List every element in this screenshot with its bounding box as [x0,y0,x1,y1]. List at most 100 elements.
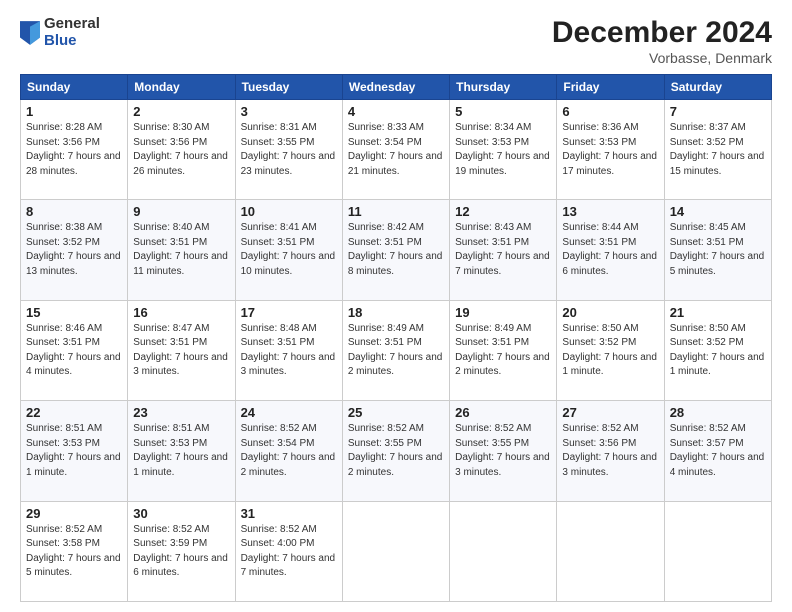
weekday-tuesday: Tuesday [235,75,342,100]
day-info: Sunrise: 8:45 AMSunset: 3:51 PMDaylight:… [670,222,765,277]
day-cell: 27Sunrise: 8:52 AMSunset: 3:56 PMDayligh… [557,401,664,501]
day-number: 24 [241,405,337,420]
day-info: Sunrise: 8:38 AMSunset: 3:52 PMDaylight:… [26,222,121,277]
day-number: 23 [133,405,229,420]
day-info: Sunrise: 8:34 AMSunset: 3:53 PMDaylight:… [455,122,550,177]
day-number: 29 [26,506,122,521]
day-number: 10 [241,204,337,219]
day-number: 5 [455,104,551,119]
logo-general: General [44,16,100,33]
week-row-4: 22Sunrise: 8:51 AMSunset: 3:53 PMDayligh… [21,401,772,501]
day-info: Sunrise: 8:44 AMSunset: 3:51 PMDaylight:… [562,222,657,277]
day-cell: 19 Sunrise: 8:49 AMSunset: 3:51 PMDayligh… [450,300,557,400]
day-info: Sunrise: 8:31 AMSunset: 3:55 PMDaylight:… [241,122,336,177]
logo-blue: Blue [44,33,100,50]
day-info: Sunrise: 8:49 AMSunset: 3:51 PMDaylight:… [348,323,443,378]
weekday-monday: Monday [128,75,235,100]
day-cell: 14Sunrise: 8:45 AMSunset: 3:51 PMDayligh… [664,200,771,300]
day-number: 16 [133,305,229,320]
day-number: 1 [26,104,122,119]
day-number: 21 [670,305,766,320]
day-number: 6 [562,104,658,119]
week-row-2: 8 Sunrise: 8:38 AMSunset: 3:52 PMDaylight… [21,200,772,300]
day-cell: 9 Sunrise: 8:40 AMSunset: 3:51 PMDaylight… [128,200,235,300]
day-cell: 10Sunrise: 8:41 AMSunset: 3:51 PMDayligh… [235,200,342,300]
day-info: Sunrise: 8:40 AMSunset: 3:51 PMDaylight:… [133,222,228,277]
day-number: 9 [133,204,229,219]
day-cell: 21 Sunrise: 8:50 AMSunset: 3:52 PMDayligh… [664,300,771,400]
day-info: Sunrise: 8:43 AMSunset: 3:51 PMDaylight:… [455,222,550,277]
day-cell: 29 Sunrise: 8:52 AMSunset: 3:58 PMDayligh… [21,501,128,601]
week-row-1: 1 Sunrise: 8:28 AMSunset: 3:56 PMDaylight… [21,100,772,200]
day-number: 20 [562,305,658,320]
day-info: Sunrise: 8:52 AMSunset: 3:59 PMDaylight:… [133,524,228,579]
day-cell: 18Sunrise: 8:49 AMSunset: 3:51 PMDayligh… [342,300,449,400]
calendar-table: SundayMondayTuesdayWednesdayThursdayFrid… [20,74,772,602]
day-info: Sunrise: 8:52 AMSunset: 3:58 PMDaylight:… [26,524,121,579]
day-number: 11 [348,204,444,219]
week-row-3: 15Sunrise: 8:46 AMSunset: 3:51 PMDayligh… [21,300,772,400]
day-cell [450,501,557,601]
day-cell: 24 Sunrise: 8:52 AMSunset: 3:54 PMDayligh… [235,401,342,501]
day-cell: 20Sunrise: 8:50 AMSunset: 3:52 PMDayligh… [557,300,664,400]
day-info: Sunrise: 8:52 AMSunset: 3:55 PMDaylight:… [348,423,443,478]
day-info: Sunrise: 8:51 AMSunset: 3:53 PMDaylight:… [26,423,121,478]
logo-text: General Blue [44,16,100,49]
logo-icon [20,21,40,45]
title-block: December 2024 Vorbasse, Denmark [552,16,772,66]
day-cell: 15Sunrise: 8:46 AMSunset: 3:51 PMDayligh… [21,300,128,400]
day-info: Sunrise: 8:37 AMSunset: 3:52 PMDaylight:… [670,122,765,177]
day-cell: 16 Sunrise: 8:47 AMSunset: 3:51 PMDayligh… [128,300,235,400]
weekday-friday: Friday [557,75,664,100]
day-number: 13 [562,204,658,219]
day-info: Sunrise: 8:49 AMSunset: 3:51 PMDaylight:… [455,323,550,378]
weekday-wednesday: Wednesday [342,75,449,100]
day-number: 2 [133,104,229,119]
day-info: Sunrise: 8:52 AMSunset: 3:57 PMDaylight:… [670,423,765,478]
day-number: 19 [455,305,551,320]
day-cell: 1 Sunrise: 8:28 AMSunset: 3:56 PMDaylight… [21,100,128,200]
day-number: 15 [26,305,122,320]
day-cell: 30Sunrise: 8:52 AMSunset: 3:59 PMDayligh… [128,501,235,601]
day-info: Sunrise: 8:48 AMSunset: 3:51 PMDaylight:… [241,323,336,378]
day-cell: 4 Sunrise: 8:33 AMSunset: 3:54 PMDaylight… [342,100,449,200]
day-number: 28 [670,405,766,420]
day-cell: 2 Sunrise: 8:30 AMSunset: 3:56 PMDaylight… [128,100,235,200]
day-cell: 17 Sunrise: 8:48 AMSunset: 3:51 PMDayligh… [235,300,342,400]
day-cell [342,501,449,601]
day-cell: 31Sunrise: 8:52 AMSunset: 4:00 PMDayligh… [235,501,342,601]
logo: General Blue [20,16,100,49]
day-info: Sunrise: 8:28 AMSunset: 3:56 PMDaylight:… [26,122,121,177]
weekday-thursday: Thursday [450,75,557,100]
day-info: Sunrise: 8:50 AMSunset: 3:52 PMDaylight:… [670,323,765,378]
day-cell: 13 Sunrise: 8:44 AMSunset: 3:51 PMDayligh… [557,200,664,300]
day-number: 4 [348,104,444,119]
weekday-sunday: Sunday [21,75,128,100]
day-number: 8 [26,204,122,219]
day-cell [664,501,771,601]
day-info: Sunrise: 8:51 AMSunset: 3:53 PMDaylight:… [133,423,228,478]
day-cell: 25 Sunrise: 8:52 AMSunset: 3:55 PMDayligh… [342,401,449,501]
day-cell: 28 Sunrise: 8:52 AMSunset: 3:57 PMDayligh… [664,401,771,501]
day-info: Sunrise: 8:42 AMSunset: 3:51 PMDaylight:… [348,222,443,277]
day-info: Sunrise: 8:52 AMSunset: 3:54 PMDaylight:… [241,423,336,478]
day-number: 25 [348,405,444,420]
day-cell: 6 Sunrise: 8:36 AMSunset: 3:53 PMDaylight… [557,100,664,200]
page: General Blue December 2024 Vorbasse, Den… [0,0,792,612]
weekday-header-row: SundayMondayTuesdayWednesdayThursdayFrid… [21,75,772,100]
day-cell: 12 Sunrise: 8:43 AMSunset: 3:51 PMDayligh… [450,200,557,300]
day-info: Sunrise: 8:47 AMSunset: 3:51 PMDaylight:… [133,323,228,378]
day-cell: 5 Sunrise: 8:34 AMSunset: 3:53 PMDaylight… [450,100,557,200]
day-number: 17 [241,305,337,320]
day-info: Sunrise: 8:33 AMSunset: 3:54 PMDaylight:… [348,122,443,177]
day-cell: 8 Sunrise: 8:38 AMSunset: 3:52 PMDaylight… [21,200,128,300]
day-info: Sunrise: 8:36 AMSunset: 3:53 PMDaylight:… [562,122,657,177]
month-title: December 2024 [552,16,772,50]
day-cell: 22Sunrise: 8:51 AMSunset: 3:53 PMDayligh… [21,401,128,501]
day-info: Sunrise: 8:30 AMSunset: 3:56 PMDaylight:… [133,122,228,177]
day-number: 12 [455,204,551,219]
day-cell [557,501,664,601]
day-info: Sunrise: 8:52 AMSunset: 3:56 PMDaylight:… [562,423,657,478]
day-number: 26 [455,405,551,420]
day-info: Sunrise: 8:52 AMSunset: 4:00 PMDaylight:… [241,524,336,579]
